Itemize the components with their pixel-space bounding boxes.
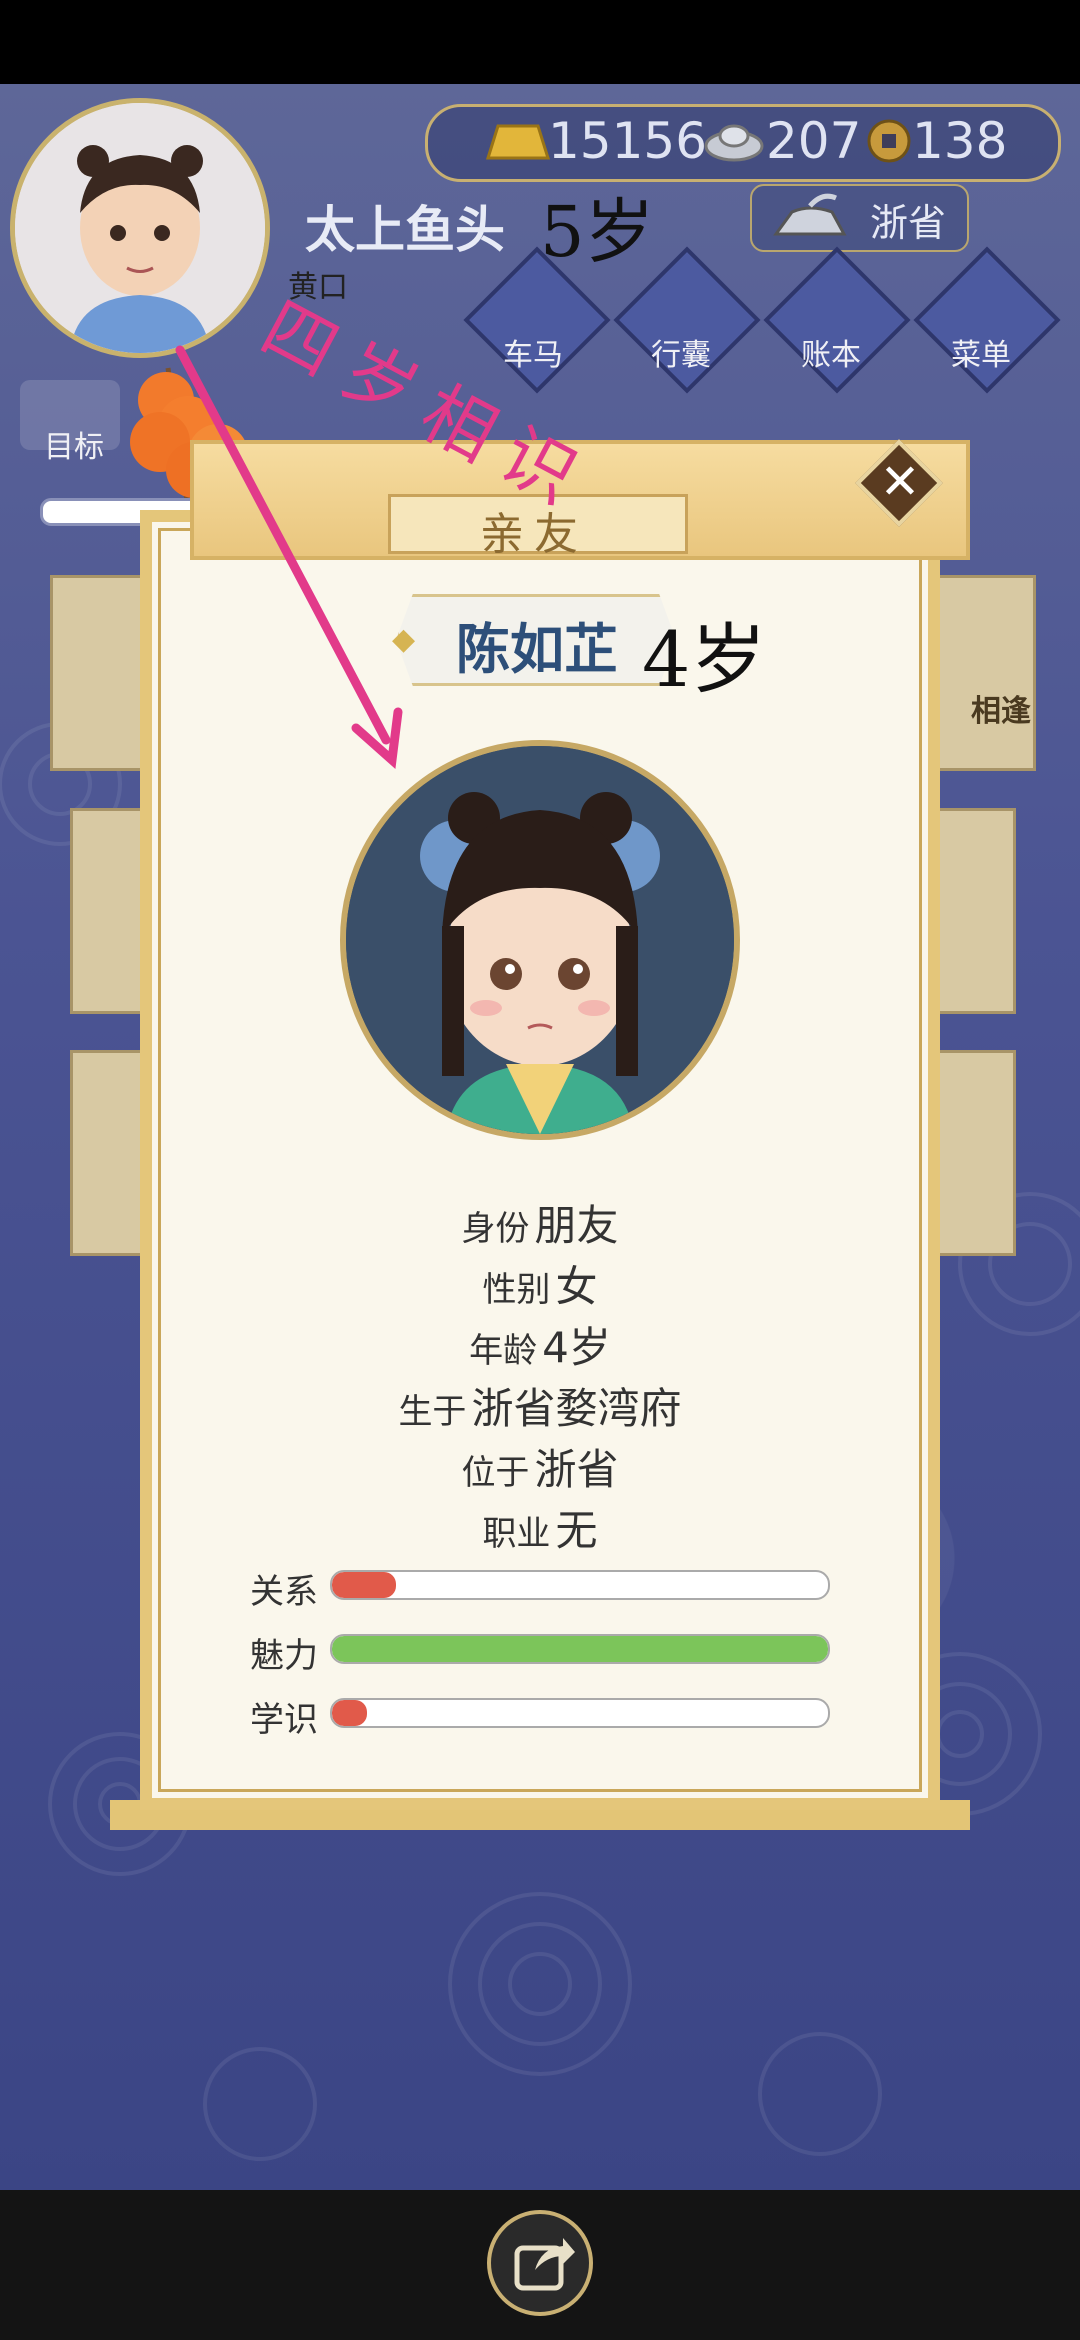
info-row-age: 年龄 4岁	[0, 1314, 1080, 1375]
share-button[interactable]	[487, 2210, 593, 2316]
goal-label: 目标	[44, 430, 104, 465]
player-avatar[interactable]	[10, 98, 270, 358]
info-row-location: 位于 浙省	[0, 1436, 1080, 1497]
player-age-handwritten: 5岁	[540, 191, 655, 273]
silver-count: 207	[766, 112, 862, 170]
annotation-text-label: 四岁相识	[248, 285, 606, 529]
gold-count: 15156	[548, 112, 708, 170]
silver-ingot-icon	[704, 124, 764, 162]
info-value: 女	[555, 1262, 598, 1311]
info-row-identity: 身份 朋友	[0, 1192, 1080, 1253]
info-key: 生于	[398, 1392, 467, 1432]
info-value: 朋友	[534, 1201, 619, 1250]
stat-label-knowledge: 学识	[250, 1700, 318, 1740]
knowledge-bar	[330, 1698, 830, 1728]
info-key: 身份	[461, 1209, 530, 1249]
gold-ingot-icon	[485, 124, 551, 160]
charm-bar	[330, 1634, 830, 1664]
info-value: 无	[555, 1506, 598, 1555]
info-value: 4岁	[542, 1323, 611, 1372]
npc-age-handwritten: 4岁	[642, 615, 767, 704]
iron-icon	[773, 193, 847, 236]
side-card-text: 相逢	[971, 694, 1031, 729]
annotation-text: 四岁相识	[249, 270, 676, 610]
relationship-bar	[330, 1570, 830, 1600]
info-key: 职业	[482, 1514, 551, 1554]
info-key: 年龄	[469, 1331, 538, 1371]
stat-label-charm: 魅力	[250, 1636, 318, 1676]
copper-coin-icon	[867, 119, 911, 163]
info-value: 浙省	[534, 1445, 619, 1494]
close-icon[interactable]: ✕	[876, 452, 924, 512]
npc-portrait	[340, 740, 740, 1140]
info-row-birthplace: 生于 浙省婺湾府	[0, 1375, 1080, 1436]
copper-count: 138	[912, 112, 1008, 170]
knowledge-bar-fill	[332, 1700, 367, 1726]
info-key: 性别	[482, 1270, 551, 1310]
nav-label-ledger: 账本	[801, 338, 861, 373]
status-bar	[0, 0, 1080, 84]
info-row-occupation: 职业 无	[0, 1497, 1080, 1558]
stat-label-relationship: 关系	[250, 1572, 318, 1612]
info-value: 浙省婺湾府	[471, 1384, 682, 1433]
info-key: 位于	[461, 1453, 530, 1493]
npc-name: 陈如芷	[456, 618, 618, 681]
location-label: 浙省	[870, 201, 947, 245]
relationship-bar-fill	[332, 1572, 397, 1598]
share-icon	[514, 2238, 575, 2291]
player-name: 太上鱼头	[305, 201, 505, 259]
info-row-gender: 性别 女	[0, 1253, 1080, 1314]
nav-label-menu: 菜单	[951, 338, 1011, 373]
charm-bar-fill	[332, 1636, 828, 1662]
